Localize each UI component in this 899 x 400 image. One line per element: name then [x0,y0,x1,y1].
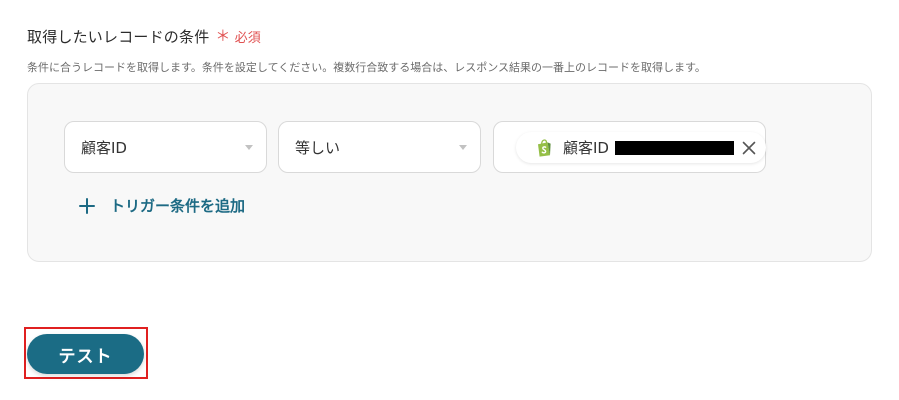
condition-panel: 顧客ID 等しい 顧客ID トリガー条件を追加 [27,83,872,262]
test-button[interactable]: テスト [27,334,144,374]
field-select-value: 顧客ID [81,138,127,157]
section-description: 条件に合うレコードを取得します。条件を設定してください。複数行合致する場合は、レ… [27,61,706,74]
redacted-value [614,140,734,155]
value-chip[interactable]: 顧客ID [516,132,766,163]
chevron-down-icon [245,145,253,150]
required-label: 必須 [234,31,262,46]
section-title: 取得したいレコードの条件 [27,28,210,46]
section-heading: 取得したいレコードの条件 ＊ 必須 [27,26,261,47]
plus-icon [79,197,95,214]
operator-select[interactable]: 等しい [278,121,481,173]
value-chip-label: 顧客ID [563,139,609,157]
required-asterisk: ＊ [215,27,231,45]
add-condition-label: トリガー条件を追加 [110,197,246,215]
shopify-icon [536,138,552,157]
close-icon[interactable] [740,139,758,157]
add-condition-button[interactable]: トリガー条件を追加 [79,195,245,216]
value-input[interactable]: 顧客ID [493,121,766,173]
field-select[interactable]: 顧客ID [64,121,267,173]
operator-select-value: 等しい [295,138,341,157]
chevron-down-icon [459,145,467,150]
record-condition-page: 取得したいレコードの条件 ＊ 必須 条件に合うレコードを取得します。条件を設定し… [0,0,899,400]
